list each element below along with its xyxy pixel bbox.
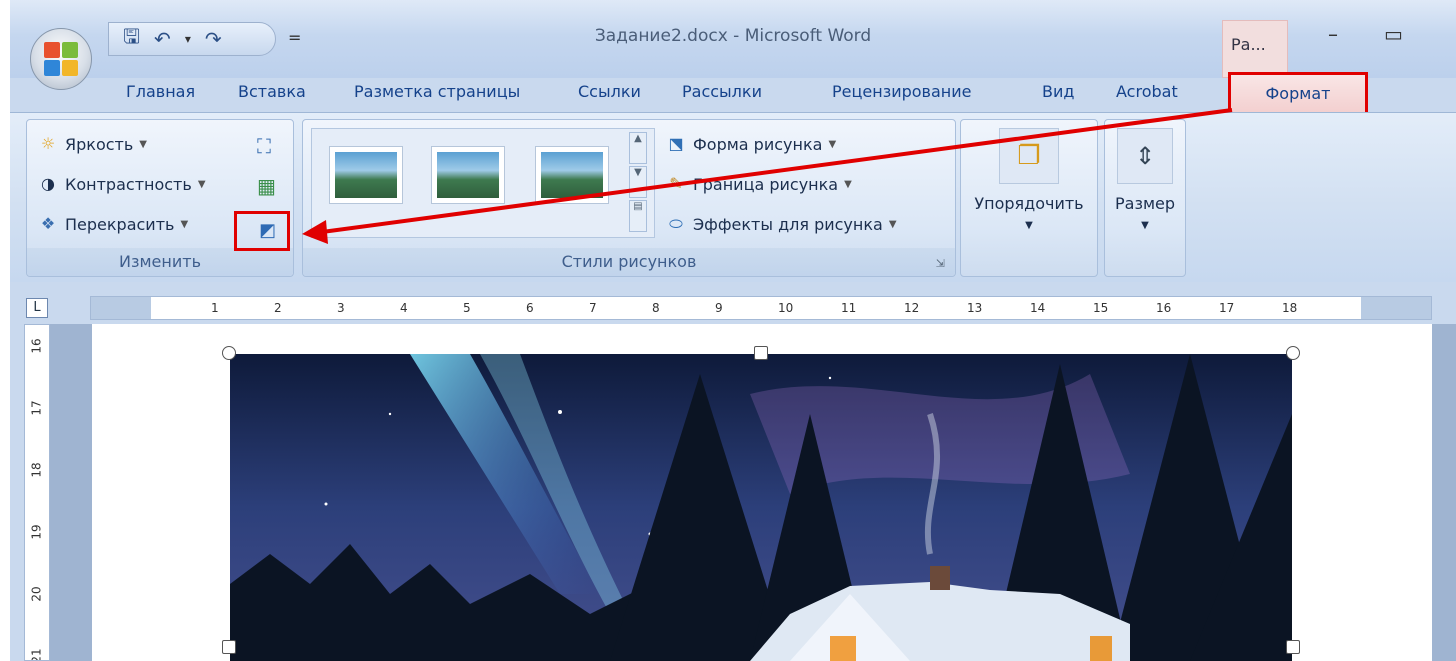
office-logo-icon: [44, 42, 78, 76]
annotation-arrow: [302, 108, 1233, 244]
office-button[interactable]: [30, 28, 92, 90]
word-window: 🖫 ↶ ▾ ↷ = Задание2.docx - Microsoft Word…: [10, 0, 1456, 661]
